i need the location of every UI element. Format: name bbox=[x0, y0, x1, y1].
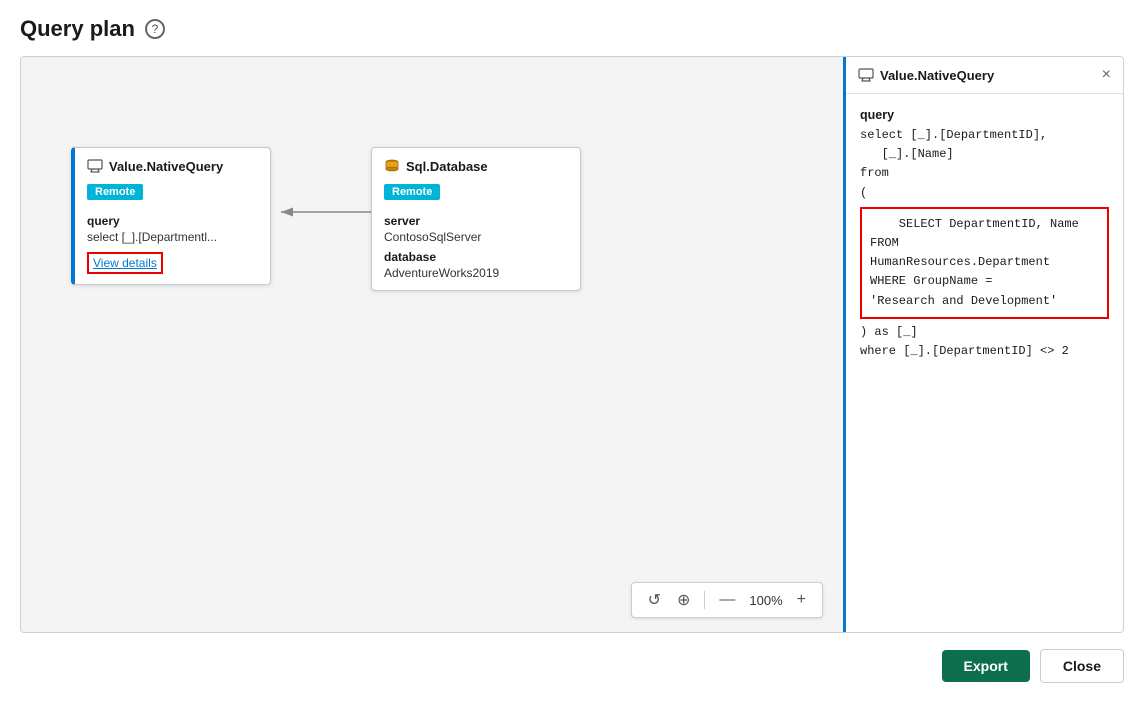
node-sql-database: Sql.Database Remote server ContosoSqlSer… bbox=[371, 147, 581, 291]
node-right-header: Sql.Database bbox=[384, 158, 568, 174]
node-right-database-value: AdventureWorks2019 bbox=[384, 266, 568, 280]
node-left-query-value: select [_].[Departmentl... bbox=[87, 230, 258, 244]
zoom-out-button[interactable]: — bbox=[713, 589, 741, 611]
zoom-value: 100% bbox=[745, 593, 786, 608]
dialog-header: Query plan ? bbox=[20, 16, 1124, 42]
node-left-title: Value.NativeQuery bbox=[109, 159, 223, 174]
move-button[interactable]: ⊕ bbox=[671, 588, 696, 612]
detail-query-label: query bbox=[860, 108, 1109, 122]
detail-panel-title-area: Value.NativeQuery bbox=[858, 67, 994, 83]
close-button[interactable]: Close bbox=[1040, 649, 1124, 683]
node-left-badge: Remote bbox=[87, 184, 143, 200]
monitor-icon bbox=[87, 158, 103, 174]
node-right-server-value: ContosoSqlServer bbox=[384, 230, 568, 244]
node-right-title: Sql.Database bbox=[406, 159, 488, 174]
page-title: Query plan bbox=[20, 16, 135, 42]
detail-panel-header: Value.NativeQuery × bbox=[846, 57, 1123, 94]
node-right-database-label: database bbox=[384, 250, 568, 264]
canvas-area[interactable]: Value.NativeQuery Remote query select [_… bbox=[21, 57, 843, 632]
detail-query-lines: select [_].[DepartmentID], [_].[Name] fr… bbox=[860, 126, 1109, 203]
help-icon[interactable]: ? bbox=[145, 19, 165, 39]
detail-panel-title-text: Value.NativeQuery bbox=[880, 68, 994, 83]
detail-highlighted-sql: SELECT DepartmentID, Name FROM HumanReso… bbox=[860, 207, 1109, 319]
detail-panel-body: query select [_].[DepartmentID], [_].[Na… bbox=[846, 94, 1123, 632]
node-right-server-label: server bbox=[384, 214, 568, 228]
view-details-link[interactable]: View details bbox=[87, 252, 163, 274]
detail-close-button[interactable]: × bbox=[1102, 67, 1111, 83]
footer: Export Close bbox=[20, 649, 1124, 683]
export-button[interactable]: Export bbox=[942, 650, 1030, 682]
database-icon bbox=[384, 158, 400, 174]
zoom-in-button[interactable]: + bbox=[791, 589, 812, 611]
canvas-toolbar: ↺ ⊕ — 100% + bbox=[631, 582, 823, 618]
detail-after-lines: ) as [_] where [_].[DepartmentID] <> 2 bbox=[860, 323, 1109, 361]
main-area: Value.NativeQuery Remote query select [_… bbox=[20, 56, 1124, 633]
detail-panel: Value.NativeQuery × query select [_].[De… bbox=[843, 57, 1123, 632]
detail-monitor-icon bbox=[858, 67, 874, 83]
connector-arrow bbox=[21, 57, 843, 632]
node-left-query-label: query bbox=[87, 214, 258, 228]
node-right-badge: Remote bbox=[384, 184, 440, 200]
toolbar-divider bbox=[704, 591, 705, 609]
node-left-header: Value.NativeQuery bbox=[87, 158, 258, 174]
undo-button[interactable]: ↺ bbox=[642, 588, 667, 612]
node-value-native-query: Value.NativeQuery Remote query select [_… bbox=[71, 147, 271, 285]
